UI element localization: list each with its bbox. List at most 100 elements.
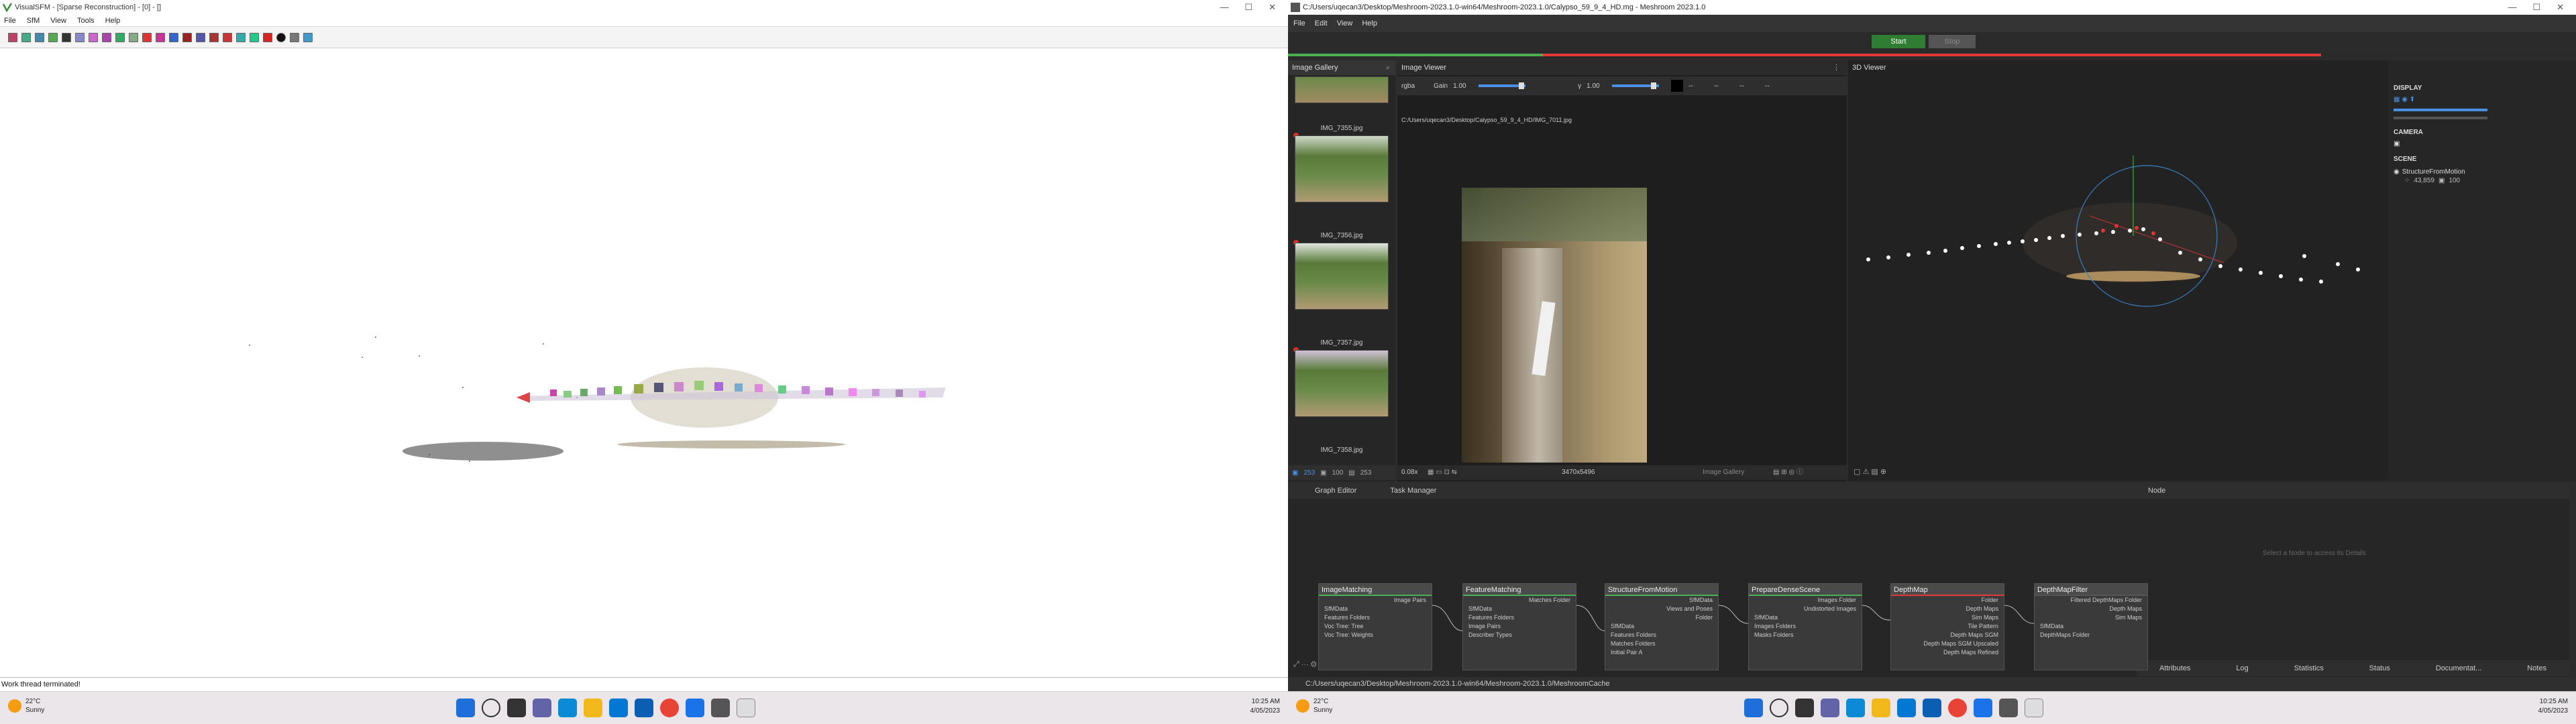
sparse-reconstruction-canvas[interactable] (0, 49, 1288, 677)
tool-features-icon[interactable] (102, 32, 111, 42)
teams-icon[interactable] (533, 699, 551, 717)
weather-widget[interactable]: 22°C Sunny (8, 697, 44, 715)
menu-tools[interactable]: Tools (77, 15, 95, 26)
tool-stop-icon[interactable] (223, 32, 232, 42)
count-images[interactable]: 253 (1360, 469, 1372, 477)
tool-pairwise-icon[interactable] (89, 32, 98, 42)
viewer-extra-icons[interactable]: ▤ ⊞ ◎ ⓘ (1773, 465, 1803, 480)
store-icon[interactable] (609, 699, 628, 717)
app-icon-2[interactable] (711, 699, 730, 717)
vsfm-taskbar-icon[interactable] (737, 699, 755, 717)
minimize-button[interactable]: — (2508, 0, 2516, 15)
weather-widget[interactable]: 22°C Sunny (1296, 697, 1332, 715)
vsfm-taskbar-icon[interactable] (2025, 699, 2043, 717)
tool-open-icon[interactable] (8, 32, 17, 42)
search-icon[interactable]: ⌕ (1386, 60, 1390, 75)
edge-icon[interactable] (1846, 699, 1865, 717)
task-view-icon[interactable] (1795, 699, 1814, 717)
tab-log[interactable]: Log (2236, 660, 2248, 676)
menu-help[interactable]: Help (1362, 15, 1377, 32)
menu-sfm[interactable]: SfM (27, 15, 40, 26)
more-options-icon[interactable]: ⋮ (1833, 60, 1840, 75)
app-icon[interactable] (686, 699, 704, 717)
tool-ba-icon[interactable] (236, 32, 246, 42)
menu-view[interactable]: View (1337, 15, 1353, 32)
chrome-icon[interactable] (660, 699, 679, 717)
outlook-icon[interactable] (1923, 699, 1941, 717)
graph-tools-icons[interactable]: ⤢ ⋯ ⚙ (1293, 660, 1317, 669)
tool-copy-icon[interactable] (75, 32, 85, 42)
start-button[interactable]: Start (1872, 35, 1925, 48)
teams-icon[interactable] (1821, 699, 1839, 717)
outlook-icon[interactable] (635, 699, 653, 717)
tool-sparse-icon[interactable] (156, 32, 165, 42)
tab-attributes[interactable]: Attributes (2159, 660, 2190, 676)
menu-help[interactable]: Help (105, 15, 121, 26)
system-tray[interactable]: 10:25 AM 4/05/2023 (1250, 697, 1281, 716)
tool-camera-icon[interactable] (290, 32, 299, 42)
tool-save-icon[interactable] (62, 32, 71, 42)
thumbnail[interactable] (1295, 76, 1389, 103)
3d-toolbar-icons[interactable]: ▢ ⚠ ▤ ⊕ (1848, 464, 2385, 480)
camera-reset-icon[interactable]: ▣ (2394, 140, 2571, 147)
tool-3x-icon[interactable] (142, 32, 152, 42)
gamma-slider[interactable] (1612, 82, 1660, 89)
tool-point-icon[interactable] (250, 32, 259, 42)
3d-scene-render[interactable] (1848, 75, 2385, 464)
search-icon[interactable] (482, 699, 500, 717)
tab-documentation[interactable]: Documentat... (2436, 660, 2481, 676)
menu-file[interactable]: File (1293, 15, 1305, 32)
gain-value[interactable]: 1.00 (1453, 82, 1473, 90)
menu-view[interactable]: View (50, 15, 66, 26)
maximize-button[interactable]: ☐ (2532, 0, 2540, 15)
start-menu-icon[interactable] (1744, 699, 1763, 717)
viewer-tools-icons[interactable]: ▦ ▭ ⊡ ⇆ (1428, 465, 1457, 480)
scene-item[interactable]: ◉ StructureFromMotion (2394, 168, 2571, 176)
minimize-button[interactable]: — (1220, 0, 1228, 15)
channel-mode-select[interactable]: rgba (1401, 82, 1428, 90)
tool-cluster-icon[interactable] (196, 32, 205, 42)
image-source-select[interactable]: Image Gallery (1703, 465, 1744, 480)
start-menu-icon[interactable] (456, 699, 475, 717)
tool-screen-icon[interactable] (303, 32, 313, 42)
tool-grid-icon[interactable] (35, 32, 44, 42)
chrome-icon[interactable] (1948, 699, 1967, 717)
stop-button[interactable]: Stop (1929, 35, 1976, 48)
displayed-image[interactable] (1462, 188, 1647, 463)
tool-settings-icon[interactable] (276, 32, 286, 42)
thumbnail[interactable] (1295, 135, 1389, 202)
menu-edit[interactable]: Edit (1315, 15, 1328, 32)
thumbnail[interactable] (1295, 350, 1389, 417)
gain-slider[interactable] (1479, 82, 1526, 89)
system-tray[interactable]: 10:25 AM 4/05/2023 (2538, 697, 2569, 716)
edge-icon[interactable] (558, 699, 577, 717)
tab-status[interactable]: Status (2369, 660, 2390, 676)
menu-file[interactable]: File (4, 15, 16, 26)
file-explorer-icon[interactable] (584, 699, 602, 717)
tab-statistics[interactable]: Statistics (2294, 660, 2324, 676)
count-all[interactable]: 253 (1303, 469, 1315, 477)
gamma-value[interactable]: 1.00 (1587, 82, 1607, 90)
tool-pause-icon[interactable] (263, 32, 272, 42)
tool-open-multi-icon[interactable] (21, 32, 31, 42)
app-icon-2[interactable] (1999, 699, 2018, 717)
tool-view-icon[interactable] (129, 32, 138, 42)
tool-dense-icon[interactable] (169, 32, 178, 42)
tool-compute-icon[interactable] (115, 32, 125, 42)
close-button[interactable]: ✕ (2557, 0, 2564, 15)
file-explorer-icon[interactable] (1872, 699, 1890, 717)
store-icon[interactable] (1897, 699, 1916, 717)
tool-run-icon[interactable] (209, 32, 219, 42)
display-slider-2[interactable] (2394, 117, 2487, 119)
tool-match-icon[interactable] (48, 32, 58, 42)
maximize-button[interactable]: ☐ (1244, 0, 1252, 15)
display-mode-icons[interactable]: ▦ ◉ ⬆ (2394, 96, 2571, 103)
display-slider[interactable] (2394, 109, 2487, 111)
visibility-eye-icon[interactable]: ◉ (2394, 168, 2400, 176)
count-reconstructed[interactable]: 100 (1332, 469, 1344, 477)
close-button[interactable]: ✕ (1269, 0, 1276, 15)
app-icon[interactable] (1974, 699, 1992, 717)
task-view-icon[interactable] (507, 699, 526, 717)
tool-sfm-icon[interactable] (182, 32, 192, 42)
thumbnail[interactable] (1295, 243, 1389, 310)
